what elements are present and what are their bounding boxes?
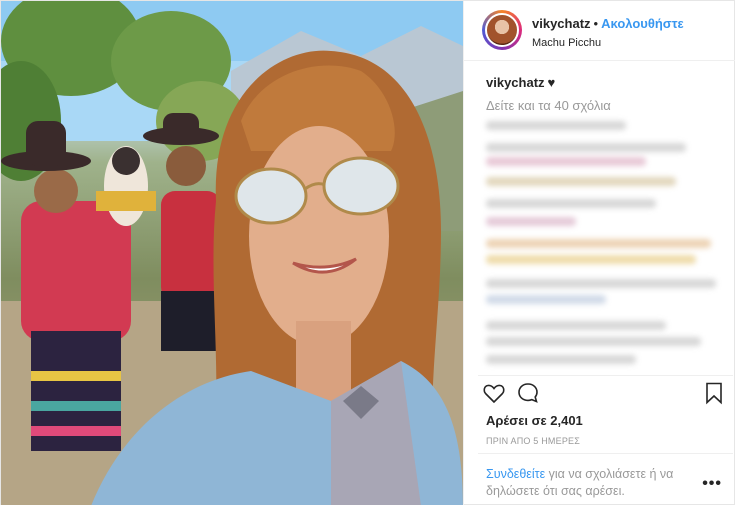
post-timestamp: ΠΡΙΝ ΑΠΟ 5 ΗΜΕΡΕΣ — [486, 436, 580, 446]
divider — [478, 453, 733, 454]
action-bar — [482, 381, 727, 409]
follow-button[interactable]: Ακολουθήστε — [601, 16, 684, 31]
bookmark-icon[interactable] — [703, 381, 725, 410]
caption: vikychatz ♥ — [486, 75, 555, 90]
caption-text: ♥ — [547, 75, 556, 90]
likes-count[interactable]: Αρέσει σε 2,401 — [486, 413, 583, 428]
login-prompt: Συνδεθείτε για να σχολιάσετε ή να δηλώσε… — [486, 466, 686, 500]
caption-username[interactable]: vikychatz — [486, 75, 545, 90]
instagram-post: vikychatz • Ακολουθήστε Machu Picchu vikyc… — [0, 0, 735, 505]
avatar-story-ring[interactable] — [482, 10, 522, 50]
location-link[interactable]: Machu Picchu — [532, 37, 732, 49]
ellipsis-icon[interactable]: ••• — [702, 475, 722, 493]
selfie-illustration — [1, 1, 463, 505]
login-link[interactable]: Συνδεθείτε — [486, 467, 545, 481]
speech-bubble-icon[interactable] — [516, 381, 540, 410]
avatar[interactable] — [485, 13, 519, 47]
view-comments-link[interactable]: Δείτε και τα 40 σχόλια — [486, 98, 611, 113]
post-header: vikychatz • Ακολουθήστε Machu Picchu — [464, 1, 735, 61]
divider — [478, 375, 733, 376]
heart-outline-icon[interactable] — [482, 381, 506, 410]
separator-dot: • — [593, 16, 599, 31]
post-sidebar: vikychatz • Ακολουθήστε Machu Picchu vikyc… — [463, 1, 735, 505]
header-text: vikychatz • Ακολουθήστε Machu Picchu — [532, 15, 732, 49]
blurred-comments — [486, 121, 726, 371]
username-link[interactable]: vikychatz — [532, 16, 591, 31]
post-photo[interactable] — [1, 1, 463, 505]
